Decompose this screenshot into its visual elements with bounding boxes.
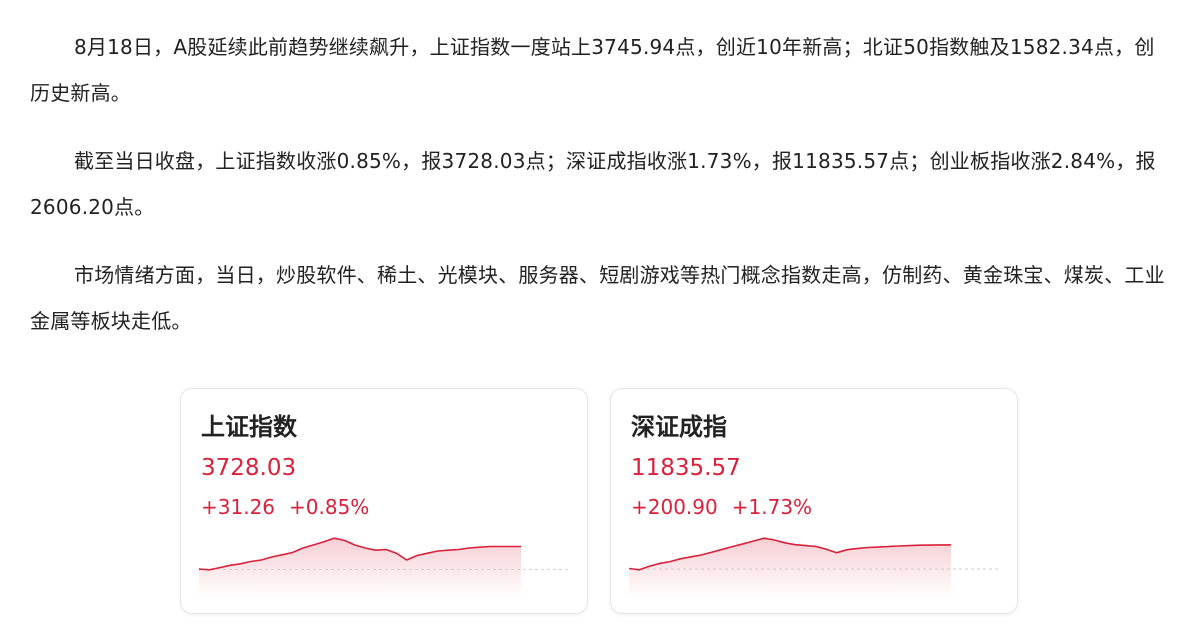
- sparkline-chart-shanghai: [199, 537, 571, 599]
- index-change-percent: +0.85%: [289, 495, 370, 519]
- index-price: 3728.03: [201, 455, 297, 481]
- index-price: 11835.57: [631, 455, 741, 481]
- index-name: 深证成指: [631, 413, 727, 441]
- index-change: +200.90: [631, 495, 718, 519]
- index-name: 上证指数: [201, 413, 297, 441]
- index-change-row: +200.90 +1.73%: [631, 495, 812, 519]
- index-cards: 上证指数 3728.03 +31.26 +0.85% 深证成指 11835.57 …: [180, 388, 1020, 616]
- article-body: 8月18日，A股延续此前趋势继续飙升，上证指数一度站上3745.94点，创近10…: [30, 24, 1170, 366]
- index-change: +31.26: [201, 495, 276, 519]
- paragraph-2: 截至当日收盘，上证指数收涨0.85%，报3728.03点；深证成指收涨1.73%…: [30, 149, 1156, 219]
- sparkline-chart-shenzhen: [629, 537, 1001, 599]
- paragraph-3: 市场情绪方面，当日，炒股软件、稀土、光模块、服务器、短剧游戏等热门概念指数走高，…: [30, 263, 1165, 333]
- index-card-shanghai[interactable]: 上证指数 3728.03 +31.26 +0.85%: [180, 388, 588, 614]
- index-card-shenzhen[interactable]: 深证成指 11835.57 +200.90 +1.73%: [610, 388, 1018, 614]
- index-change-percent: +1.73%: [731, 495, 813, 519]
- paragraph-1: 8月18日，A股延续此前趋势继续飙升，上证指数一度站上3745.94点，创近10…: [30, 35, 1155, 105]
- index-change-row: +31.26 +0.85%: [201, 495, 369, 519]
